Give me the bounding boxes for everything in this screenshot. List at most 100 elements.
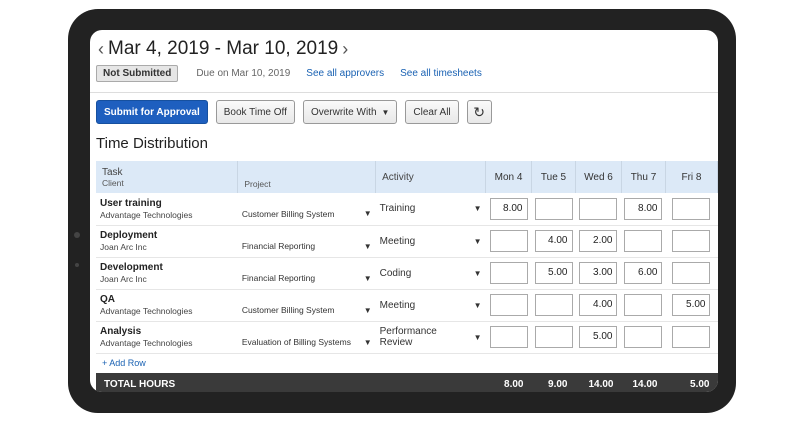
hour-cell xyxy=(486,321,532,353)
client-name: Joan Arc Inc xyxy=(100,274,147,284)
time-distribution-table: Task Client Project Activity Mon 4 Tue 5… xyxy=(96,161,718,392)
total-hours-value: 5.00 xyxy=(690,378,710,390)
task-name: Development xyxy=(100,262,163,273)
hour-cell: 3.00 xyxy=(576,257,622,289)
task-cell: Development Joan Arc Inc xyxy=(96,257,238,289)
due-date: Due on Mar 10, 2019 xyxy=(196,68,291,79)
hour-cell xyxy=(621,225,665,257)
hour-input[interactable] xyxy=(624,326,663,348)
refresh-icon: ↻ xyxy=(473,103,486,120)
task-header: Task xyxy=(102,166,123,178)
hour-input[interactable] xyxy=(489,262,528,284)
hour-input[interactable] xyxy=(579,197,618,220)
hour-cell xyxy=(665,193,717,225)
table-row: Deployment Joan Arc Inc Financial Report… xyxy=(96,225,718,257)
activity-header: Activity xyxy=(375,161,487,193)
total-hours-value: 9.00 xyxy=(548,378,568,390)
add-row-link[interactable]: + Add Row xyxy=(100,358,146,368)
total-hours-value: 8.00 xyxy=(504,378,524,390)
hour-cell xyxy=(486,289,532,321)
activity-select[interactable]: Training ▼ xyxy=(376,193,486,225)
chevron-left-icon[interactable]: ‹ xyxy=(98,39,104,60)
caret-down-icon: ▼ xyxy=(363,305,372,315)
activity-name: Performance Review xyxy=(379,326,437,348)
hour-cell xyxy=(665,225,717,257)
day-header: Thu 7 xyxy=(621,161,666,193)
hour-cell xyxy=(576,193,622,225)
project-name: Financial Reporting xyxy=(241,273,316,283)
project-cell[interactable]: Customer Billing System ▼ xyxy=(238,193,376,225)
hour-input[interactable] xyxy=(534,197,573,220)
hour-input[interactable] xyxy=(624,294,663,316)
hour-input[interactable] xyxy=(489,230,528,252)
task-cell: Analysis Advantage Technologies xyxy=(96,321,238,353)
hour-input[interactable] xyxy=(672,262,711,284)
task-name: Analysis xyxy=(100,326,142,337)
caret-down-icon: ▼ xyxy=(473,268,482,278)
caret-down-icon: ▼ xyxy=(381,107,390,117)
hour-input[interactable] xyxy=(489,294,528,316)
hour-input[interactable] xyxy=(534,326,573,348)
date-range-header: ‹ Mar 4, 2019 - Mar 10, 2019 › xyxy=(98,38,348,60)
tablet-camera xyxy=(75,263,79,267)
caret-down-icon: ▼ xyxy=(363,337,372,347)
hour-cell: 8.00 xyxy=(486,193,532,225)
refresh-button[interactable]: ↻ xyxy=(466,100,492,124)
hour-cell xyxy=(486,225,532,257)
activity-select[interactable]: Performance Review ▼ xyxy=(376,321,486,353)
client-name: Advantage Technologies xyxy=(100,306,193,316)
project-cell[interactable]: Evaluation of Billing Systems ▼ xyxy=(238,321,376,353)
overwrite-with-dropdown[interactable]: Overwrite With ▼ xyxy=(302,100,398,124)
hour-input[interactable] xyxy=(672,197,711,220)
submit-for-approval-button[interactable]: Submit for Approval xyxy=(96,100,208,124)
hour-cell xyxy=(665,257,717,289)
client-name: Joan Arc Inc xyxy=(100,242,147,252)
hour-cell xyxy=(532,321,576,353)
task-name: Deployment xyxy=(100,230,158,241)
caret-down-icon: ▼ xyxy=(473,204,482,214)
section-title: Time Distribution xyxy=(96,135,208,152)
hour-input[interactable]: 5.00 xyxy=(672,294,711,316)
task-cell: User training Advantage Technologies xyxy=(96,193,238,225)
book-time-off-button[interactable]: Book Time Off xyxy=(215,100,295,124)
client-name: Advantage Technologies xyxy=(100,209,193,220)
hour-input[interactable]: 8.00 xyxy=(624,197,663,220)
hour-input[interactable] xyxy=(672,326,711,348)
hour-input[interactable]: 2.00 xyxy=(579,230,618,252)
task-cell: QA Advantage Technologies xyxy=(96,289,238,321)
hour-input[interactable]: 4.00 xyxy=(534,230,573,252)
project-cell[interactable]: Financial Reporting ▼ xyxy=(238,225,376,257)
hour-input[interactable]: 5.00 xyxy=(534,262,573,284)
hour-cell: 4.00 xyxy=(532,225,576,257)
hour-cell xyxy=(532,193,576,225)
activity-select[interactable]: Coding ▼ xyxy=(376,257,486,289)
hour-input[interactable]: 8.00 xyxy=(489,197,528,220)
hour-input[interactable] xyxy=(672,230,711,252)
project-cell[interactable]: Customer Billing System ▼ xyxy=(238,289,376,321)
hour-input[interactable] xyxy=(489,326,528,348)
day-header: Mon 4 xyxy=(485,161,532,193)
caret-down-icon: ▼ xyxy=(473,236,482,246)
day-header: Wed 6 xyxy=(575,161,622,193)
clear-all-button[interactable]: Clear All xyxy=(405,100,459,124)
activity-select[interactable]: Meeting ▼ xyxy=(376,289,486,321)
divider xyxy=(90,92,718,93)
hour-input[interactable] xyxy=(534,294,573,316)
chevron-right-icon[interactable]: › xyxy=(342,39,348,60)
project-name: Customer Billing System xyxy=(241,305,335,315)
hour-input[interactable]: 6.00 xyxy=(624,262,663,284)
hour-input[interactable]: 4.00 xyxy=(579,294,618,316)
hour-cell: 5.00 xyxy=(576,321,622,353)
project-cell[interactable]: Financial Reporting ▼ xyxy=(238,257,376,289)
see-all-approvers-link[interactable]: See all approvers xyxy=(306,68,384,79)
day-header: Tue 5 xyxy=(531,161,576,193)
hour-input[interactable]: 3.00 xyxy=(579,262,618,284)
caret-down-icon: ▼ xyxy=(473,300,482,310)
hour-input[interactable] xyxy=(624,230,663,252)
hour-input[interactable]: 5.00 xyxy=(579,326,618,348)
tablet-button xyxy=(74,232,80,238)
caret-down-icon: ▼ xyxy=(363,241,372,251)
hour-cell xyxy=(486,257,532,289)
see-all-timesheets-link[interactable]: See all timesheets xyxy=(400,68,482,79)
activity-select[interactable]: Meeting ▼ xyxy=(376,225,486,257)
